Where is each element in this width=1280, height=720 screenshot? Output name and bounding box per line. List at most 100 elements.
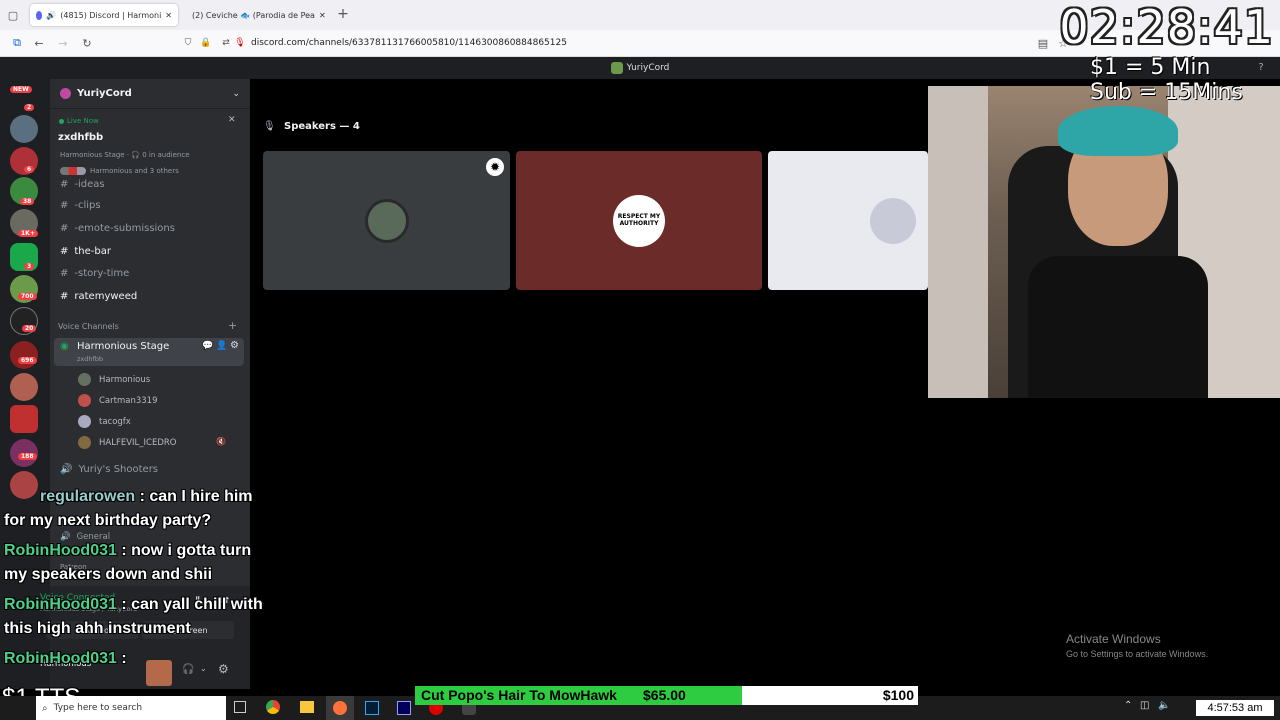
channel-story-time[interactable]: # -story-time (60, 268, 129, 279)
lock-icon[interactable]: 🔒 (200, 36, 212, 50)
chat-text: : can yall chill with (121, 596, 263, 613)
sidebar-icon[interactable]: ⧉ (10, 36, 24, 50)
photoshop-icon[interactable] (365, 701, 379, 715)
chat-username: RobinHood031 (4, 542, 117, 559)
reader-view-icon[interactable]: ▤ (1036, 36, 1050, 50)
speaker-tile[interactable]: ✹ (263, 151, 510, 290)
channel-label: ratemyweed (74, 291, 138, 302)
server-header[interactable]: YuriyCord ⌄ (50, 79, 250, 109)
server-icon[interactable] (10, 341, 38, 369)
avatar (78, 373, 91, 386)
voice-user-name: tacogfx (99, 416, 131, 427)
chat-username: RobinHood031 (4, 650, 117, 667)
chat-text: my speakers down and shii (4, 566, 213, 583)
taskbar-search[interactable]: ⌕ Type here to search (36, 696, 226, 720)
speaker-tile[interactable] (768, 151, 928, 290)
discord-title-bar: YuriyCord (0, 57, 1280, 79)
task-view-icon[interactable] (234, 701, 246, 713)
voice-channel-label: Yuriy's Shooters (78, 464, 159, 475)
avatar (78, 415, 91, 428)
add-channel-icon[interactable]: + (228, 319, 237, 332)
url-text[interactable]: discord.com/channels/633781131766005810/… (251, 38, 567, 48)
firefox-taskbar-button[interactable] (326, 696, 354, 720)
close-icon[interactable]: ✕ (228, 115, 236, 125)
shield-icon[interactable]: ⛉ (182, 36, 194, 50)
tab-title: (2) Ceviche 🐟 (Parodia de Pea (192, 10, 315, 20)
avatar (78, 436, 91, 449)
voice-channel-harmonious-stage[interactable]: ◉ Harmonious Stage zxdhfbb 💬 👤 ⚙ (54, 338, 244, 366)
channel-ideas[interactable]: # -ideas (60, 179, 105, 190)
chrome-icon[interactable] (266, 700, 280, 714)
voice-channels-header[interactable]: Voice Channels (58, 322, 119, 331)
server-icon[interactable] (10, 373, 38, 401)
tab-youtube[interactable]: (2) Ceviche 🐟 (Parodia de Pea ✕ (182, 4, 330, 26)
tray-chevron-icon[interactable]: ⌃ (1124, 700, 1132, 711)
chevron-down-icon: ⌄ (232, 88, 240, 99)
chat-bubble-icon[interactable]: 💬 (202, 341, 213, 351)
channel-label: -story-time (74, 268, 130, 279)
channel-label: -ideas (74, 179, 105, 190)
goal-target: $100 (882, 687, 914, 703)
channel-emote-submissions[interactable]: # -emote-submissions (60, 223, 175, 234)
voice-user[interactable]: Harmonious (78, 373, 150, 386)
speakers-heading: Speakers — 4 (284, 121, 360, 132)
gear-icon[interactable]: ⚙ (230, 340, 239, 351)
shelf-left (928, 86, 988, 398)
channel-ratemyweed[interactable]: # ratemyweed (60, 291, 137, 302)
stage-title[interactable]: zxdhfbb (58, 132, 103, 143)
search-placeholder: Type here to search (53, 703, 143, 713)
unread-badge: 1K+ (18, 230, 38, 237)
reload-icon[interactable]: ↻ (80, 36, 94, 50)
tab-list-icon[interactable]: ▢ (6, 8, 20, 22)
server-name: YuriyCord (77, 88, 132, 99)
new-badge: NEW (10, 86, 32, 93)
taskbar-clock[interactable]: 4:57:53 am (1196, 700, 1274, 716)
close-tab-icon[interactable]: ✕ (319, 11, 326, 20)
back-icon[interactable]: ← (32, 36, 46, 50)
channel-the-bar[interactable]: # the-bar (60, 246, 111, 257)
server-icon (60, 88, 71, 99)
unread-badge: 2 (24, 104, 35, 111)
activate-windows-title: Activate Windows (1066, 632, 1161, 646)
live-now: Live Now (59, 117, 99, 125)
voice-channel-yuriys-shooters[interactable]: 🔊 Yuriy's Shooters (60, 464, 158, 475)
help-icon[interactable]: ? (1254, 60, 1268, 74)
channel-clips[interactable]: # -clips (60, 200, 101, 211)
premiere-icon[interactable] (397, 701, 411, 715)
voice-user[interactable]: Cartman3319 (78, 394, 157, 407)
server-icon[interactable] (10, 115, 38, 143)
network-icon[interactable]: ◫ (1140, 700, 1149, 711)
volume-icon[interactable]: 🔈 (1158, 700, 1170, 711)
avatar-stack (60, 167, 86, 175)
activate-windows-sub: Go to Settings to activate Windows. (1066, 649, 1209, 659)
voice-user-name: Cartman3319 (99, 395, 158, 406)
server-icon[interactable] (10, 405, 38, 433)
chat-text: : (121, 650, 127, 667)
new-tab-icon[interactable]: + (336, 6, 350, 22)
channel-label: -emote-submissions (74, 223, 175, 234)
speaker-tile[interactable]: RESPECT MY AUTHORITY (516, 151, 762, 290)
forward-icon[interactable]: → (56, 36, 70, 50)
live-label: Live Now (67, 117, 99, 125)
permissions-icon[interactable]: ⇄ (220, 36, 232, 50)
microphone-icon[interactable]: 🎙 (234, 36, 246, 50)
close-tab-icon[interactable]: ✕ (165, 11, 172, 20)
tab-discord[interactable]: 🔊 (4815) Discord | Harmoni ✕ (30, 4, 178, 26)
voice-channel-sub: zxdhfbb (77, 355, 104, 363)
microphone-icon: 🎙 (263, 121, 276, 132)
speaker-icon: 🔊 (46, 10, 57, 20)
unread-badge: 6 (24, 166, 35, 173)
voice-user[interactable]: tacogfx (78, 415, 131, 428)
chat-text: for my next birthday party? (4, 512, 212, 529)
streamer-hair (1058, 106, 1178, 156)
chat-message: RobinHood031 : (4, 650, 304, 668)
voice-user[interactable]: HALFEVIL_ICEDRO (78, 436, 176, 449)
invite-icon[interactable]: 👤 (216, 341, 227, 351)
chat-message: RobinHood031 : can yall chill with (4, 596, 304, 614)
voice-user-name: Harmonious (99, 374, 151, 385)
file-explorer-icon[interactable] (300, 701, 314, 713)
live-dot-icon (59, 118, 64, 124)
goal-current: $65.00 (643, 687, 686, 703)
unread-badge: 696 (18, 357, 37, 364)
stage-meta: Harmonious Stage · 🎧 0 in audience (60, 151, 190, 159)
